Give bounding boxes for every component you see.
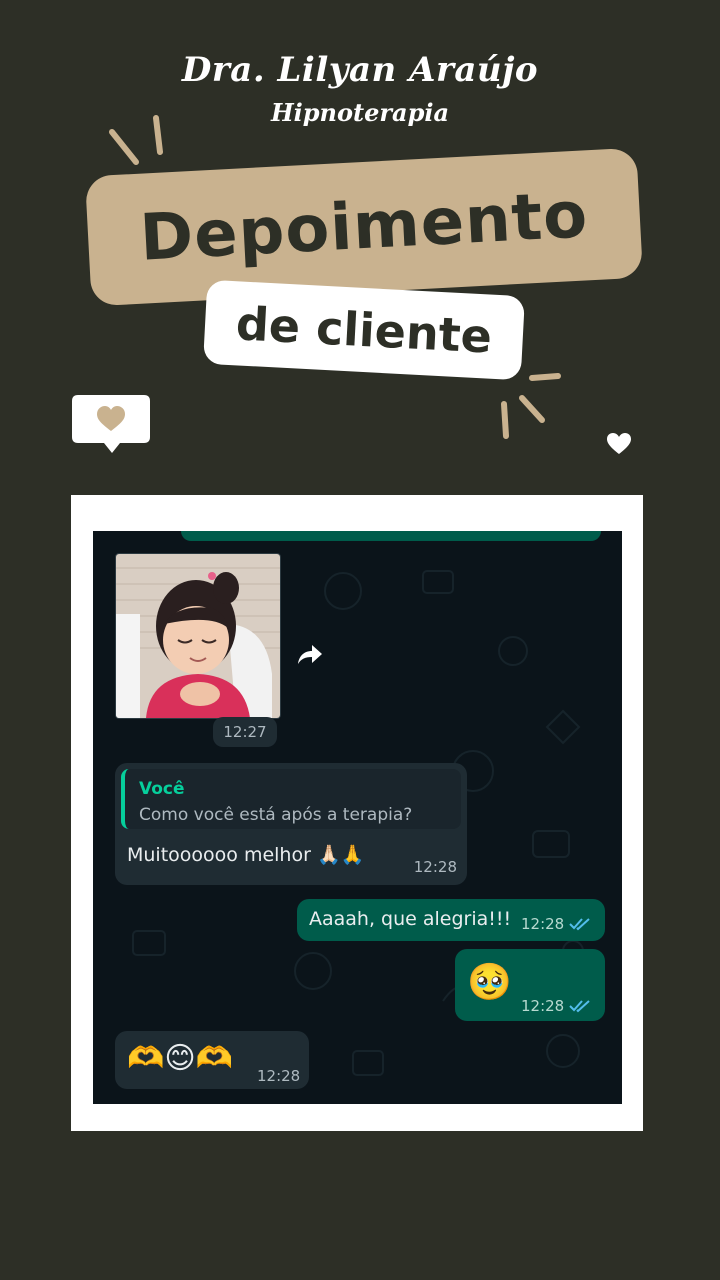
outgoing-text-bubble[interactable]: Aaaah, que alegria!!! 12:28 bbox=[297, 899, 605, 941]
message-time: 12:28 bbox=[521, 997, 565, 1015]
message-emoji: 🫶😊🫶 bbox=[127, 1041, 233, 1076]
sparkle-lines-icon bbox=[109, 115, 163, 165]
forward-icon bbox=[298, 645, 322, 664]
double-check-read-icon bbox=[569, 1000, 590, 1013]
chat-screenshot: 12:27 Você Como você está após a terapia… bbox=[93, 531, 622, 1104]
headline-text: Depoimento bbox=[138, 178, 590, 276]
subheadline-text: de cliente bbox=[234, 296, 494, 364]
message-emoji: 🥹 bbox=[467, 962, 512, 1003]
quoted-text: Como você está após a terapia? bbox=[139, 805, 413, 825]
screenshot-frame: 12:27 Você Como você está após a terapia… bbox=[71, 495, 643, 1131]
quoted-message[interactable]: Você Como você está após a terapia? bbox=[121, 769, 461, 829]
incoming-reply-bubble[interactable]: Você Como você está após a terapia? Muit… bbox=[115, 763, 467, 885]
headline-banner: Depoimento bbox=[84, 147, 644, 307]
message-time: 12:27 bbox=[213, 717, 277, 747]
incoming-emoji-bubble[interactable]: 🫶😊🫶 12:28 bbox=[115, 1031, 309, 1089]
subheadline-banner: de cliente bbox=[203, 279, 525, 381]
message-time: 12:28 bbox=[521, 915, 565, 933]
photo-message[interactable] bbox=[115, 553, 281, 719]
message-time: 12:28 bbox=[413, 858, 457, 876]
previous-outgoing-bubble bbox=[181, 531, 601, 541]
message-time: 12:28 bbox=[257, 1067, 301, 1085]
outgoing-emoji-bubble[interactable]: 🥹 12:28 bbox=[455, 949, 605, 1021]
child-photo bbox=[116, 554, 280, 718]
brand-name: Dra. Lilyan Araújo bbox=[181, 50, 539, 90]
heart-speech-bubble-icon bbox=[72, 395, 150, 453]
heart-icon bbox=[607, 433, 631, 454]
message-text: Muitoooooo melhor 🙏🏻🙏 bbox=[127, 844, 365, 866]
sparkle-lines-icon bbox=[501, 373, 561, 439]
double-check-read-icon bbox=[569, 918, 590, 931]
quoted-author: Você bbox=[139, 779, 185, 799]
forward-button[interactable] bbox=[291, 635, 329, 673]
message-text: Aaaah, que alegria!!! bbox=[309, 908, 512, 930]
